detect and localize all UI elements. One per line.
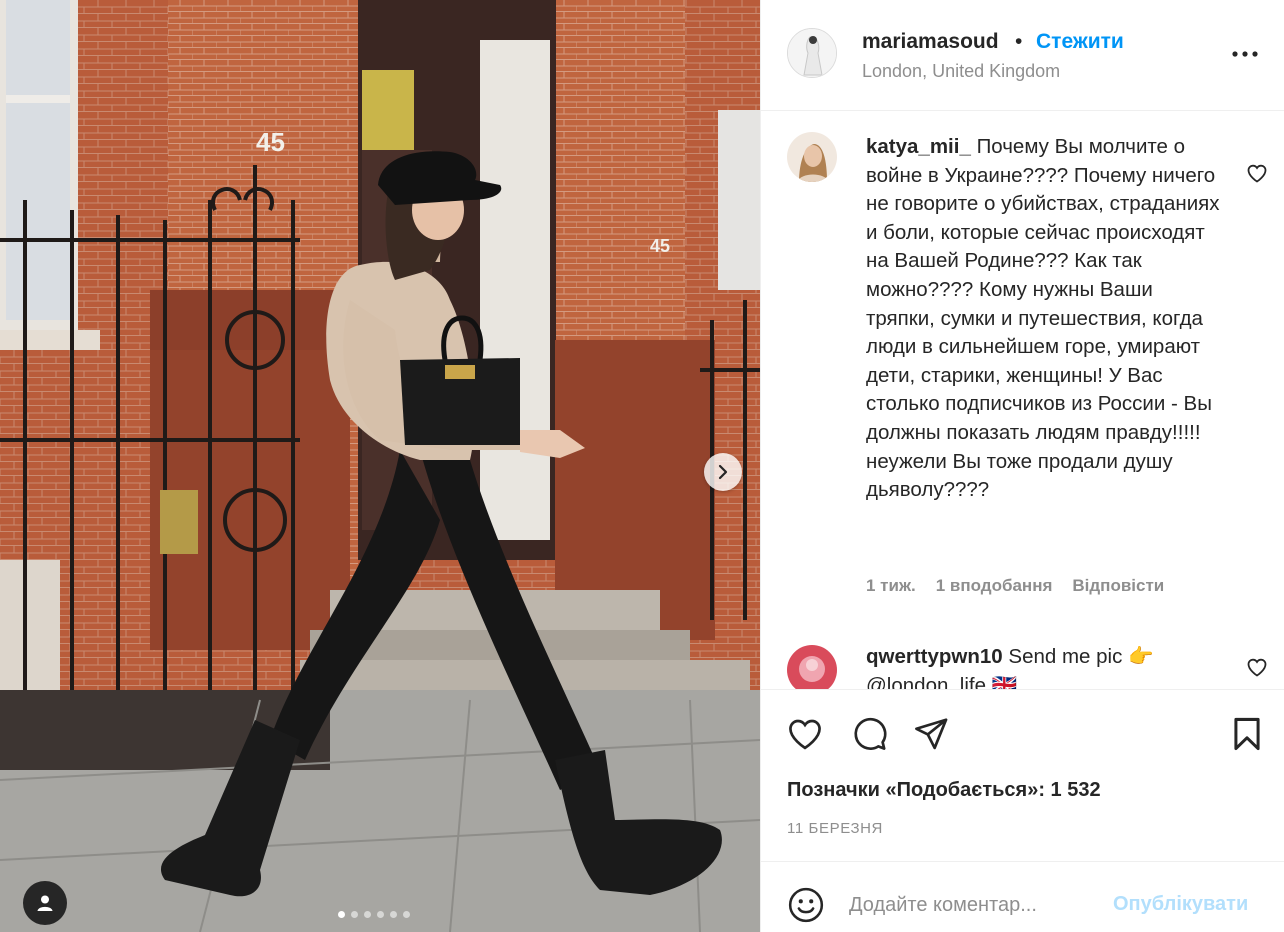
share-button[interactable]: [911, 714, 951, 754]
carousel-indicator: [338, 911, 410, 918]
comment-text: qwerttypwn10 Send me pic 👉 @london_life …: [866, 643, 1226, 689]
house-number-side: 45: [650, 236, 670, 256]
tagged-users-button[interactable]: [23, 881, 67, 925]
like-button[interactable]: [785, 714, 825, 754]
avatar-image: [788, 29, 836, 77]
follow-button[interactable]: Стежити: [1036, 30, 1124, 54]
avatar-image: [787, 645, 837, 689]
comment-body: Почему Вы молчите о войне в Украине???? …: [866, 135, 1220, 502]
next-photo-button[interactable]: [704, 453, 742, 491]
commenter-avatar[interactable]: [787, 132, 837, 182]
post-photo[interactable]: 45 45: [0, 0, 760, 932]
comment-time[interactable]: 1 тиж.: [866, 576, 916, 596]
comment-input[interactable]: [849, 888, 1119, 922]
comments-list[interactable]: katya_mii_ Почему Вы молчите о войне в У…: [761, 111, 1284, 689]
likes-count[interactable]: Позначки «Подобається»: 1 532: [787, 779, 1101, 802]
avatar-image: [787, 132, 837, 182]
house-number: 45: [256, 127, 285, 157]
comment-likes[interactable]: 1 вподобання: [936, 576, 1053, 596]
save-button[interactable]: [1227, 714, 1267, 754]
send-icon: [915, 718, 948, 750]
carousel-dot: [377, 911, 384, 918]
carousel-dot: [364, 911, 371, 918]
more-options-button[interactable]: [1227, 40, 1263, 68]
separator-dot: •: [1015, 30, 1023, 53]
post-location[interactable]: London, United Kingdom: [862, 61, 1060, 82]
more-horizontal-icon: [1232, 51, 1258, 57]
carousel-dot: [338, 911, 345, 918]
comment-icon: [854, 717, 887, 750]
carousel-dot: [390, 911, 397, 918]
user-icon: [37, 895, 53, 911]
add-comment-bar: Опублікувати: [761, 861, 1284, 932]
post-actions: Позначки «Подобається»: 1 532 11 БЕРЕЗНЯ: [761, 689, 1284, 873]
post-date[interactable]: 11 БЕРЕЗНЯ: [787, 820, 883, 837]
heart-icon[interactable]: [1245, 655, 1269, 679]
carousel-dot: [403, 911, 410, 918]
publish-button[interactable]: Опублікувати: [1113, 893, 1248, 916]
commenter-username[interactable]: katya_mii_: [866, 135, 971, 158]
post-side-panel: mariamasoud • Стежити London, United Kin…: [760, 0, 1284, 932]
chevron-right-icon: [718, 464, 728, 480]
author-username[interactable]: mariamasoud: [862, 30, 999, 54]
post-header: mariamasoud • Стежити London, United Kin…: [761, 0, 1284, 111]
commenter-username[interactable]: qwerttypwn10: [866, 645, 1003, 668]
comment-meta: 1 тиж. 1 вподобання Відповісти: [866, 576, 1164, 596]
bookmark-icon: [1234, 717, 1260, 751]
author-avatar[interactable]: [787, 28, 837, 78]
commenter-avatar[interactable]: [787, 645, 837, 689]
heart-icon[interactable]: [1245, 161, 1269, 185]
reply-button[interactable]: Відповісти: [1072, 576, 1164, 596]
comment-text: katya_mii_ Почему Вы молчите о войне в У…: [866, 133, 1226, 505]
emoji-icon[interactable]: [787, 886, 825, 924]
carousel-dot: [351, 911, 358, 918]
comment-button[interactable]: [849, 714, 889, 754]
post-image: 45 45: [0, 0, 760, 932]
heart-icon: [789, 719, 821, 750]
